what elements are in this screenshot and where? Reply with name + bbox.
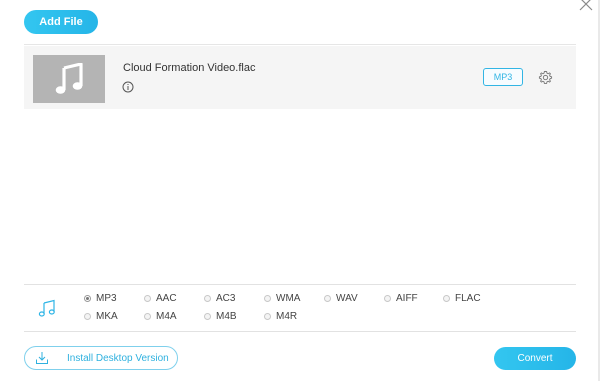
format-option-ac3[interactable]: AC3 — [204, 293, 235, 304]
format-option-m4r[interactable]: M4R — [264, 311, 297, 322]
radio-button[interactable] — [443, 295, 450, 302]
format-label: M4A — [156, 311, 177, 322]
install-desktop-button[interactable]: Install Desktop Version — [24, 346, 178, 370]
format-label: WAV — [336, 293, 358, 304]
install-desktop-label: Install Desktop Version — [67, 353, 169, 364]
format-option-mp3[interactable]: MP3 — [84, 293, 117, 304]
music-note-icon — [55, 63, 83, 94]
info-icon[interactable] — [122, 81, 134, 93]
format-label: MKA — [96, 311, 118, 322]
format-panel: MP3 AAC AC3 WMA WAV AIFF FLAC MKA M4A M4… — [24, 284, 576, 332]
radio-button[interactable] — [264, 313, 271, 320]
radio-button[interactable] — [144, 295, 151, 302]
format-label: FLAC — [455, 293, 481, 304]
file-list: Cloud Formation Video.flac MP3 — [24, 44, 576, 285]
radio-button[interactable] — [204, 295, 211, 302]
format-option-wav[interactable]: WAV — [324, 293, 358, 304]
file-name: Cloud Formation Video.flac — [123, 62, 256, 74]
format-option-mka[interactable]: MKA — [84, 311, 118, 322]
radio-button[interactable] — [324, 295, 331, 302]
format-label: AC3 — [216, 293, 236, 304]
add-file-button[interactable]: Add File — [24, 10, 98, 34]
format-option-flac[interactable]: FLAC — [443, 293, 481, 304]
converter-window: Add File Cloud Formation Video.flac MP3 — [0, 0, 600, 381]
download-icon — [36, 352, 48, 364]
radio-button[interactable] — [204, 313, 211, 320]
format-label: AAC — [156, 293, 177, 304]
file-thumbnail — [33, 55, 105, 103]
format-option-wma[interactable]: WMA — [264, 293, 300, 304]
format-label: AIFF — [396, 293, 418, 304]
radio-button[interactable] — [84, 313, 91, 320]
format-label: WMA — [276, 293, 301, 304]
radio-button[interactable] — [264, 295, 271, 302]
file-row: Cloud Formation Video.flac MP3 — [24, 46, 576, 109]
format-option-aac[interactable]: AAC — [144, 293, 177, 304]
close-icon[interactable] — [578, 0, 594, 12]
format-option-m4b[interactable]: M4B — [204, 311, 237, 322]
format-label: MP3 — [96, 293, 117, 304]
radio-button[interactable] — [84, 295, 91, 302]
format-option-aiff[interactable]: AIFF — [384, 293, 418, 304]
gear-icon[interactable] — [538, 70, 553, 85]
output-format-badge[interactable]: MP3 — [483, 68, 523, 86]
music-note-icon — [38, 299, 55, 317]
radio-button[interactable] — [384, 295, 391, 302]
convert-button[interactable]: Convert — [494, 347, 576, 370]
radio-button[interactable] — [144, 313, 151, 320]
format-label: M4R — [276, 311, 298, 322]
format-option-m4a[interactable]: M4A — [144, 311, 177, 322]
format-label: M4B — [216, 311, 237, 322]
